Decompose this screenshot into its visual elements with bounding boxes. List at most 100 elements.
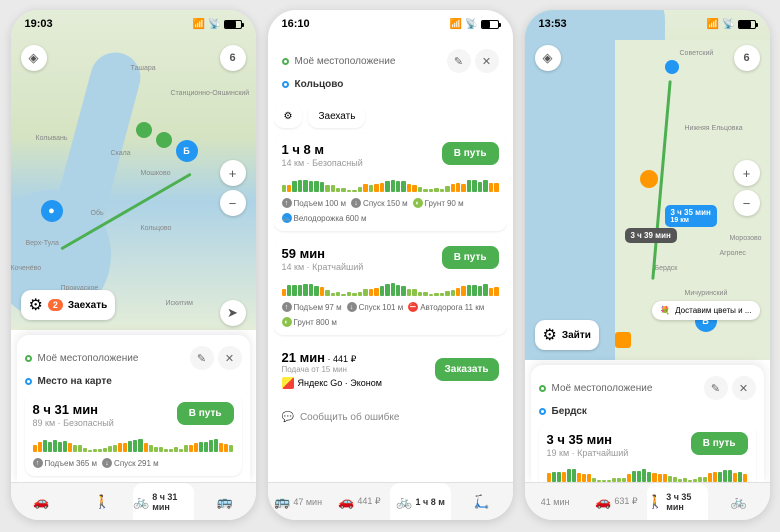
layers-button[interactable]: ◈ <box>21 45 47 71</box>
location-from-row[interactable]: Моё местоположение ✎ ✕ <box>282 46 499 76</box>
walk-icon: 🚶 <box>94 494 110 510</box>
status-bar: 19:03 📶 📡 <box>11 10 256 38</box>
traffic-button[interactable]: 6 <box>220 45 246 71</box>
signal-icon: 📶 <box>450 19 462 30</box>
zoom-out-button[interactable]: − <box>220 190 246 216</box>
map-view[interactable]: Советский Нижняя Ельцовка Бердск Мичурин… <box>525 10 770 360</box>
close-button[interactable]: ✕ <box>218 346 242 370</box>
car-icon: 🚗 <box>33 494 49 510</box>
pin-mode-1[interactable] <box>156 132 172 148</box>
dirt-icon: ◐ <box>282 317 292 327</box>
routes-sheet[interactable]: Моё местоположение ✎ ✕ Кольцово ⚙ Заехат… <box>274 40 507 482</box>
route-card-2[interactable]: 59 мин 14 км · Кратчайший В путь ↑Подъем… <box>274 238 507 335</box>
tab-scooter[interactable]: 🛴 <box>451 483 512 520</box>
close-button[interactable]: ✕ <box>732 376 756 400</box>
screen-2: 16:10 📶 📡 Моё местоположение ✎ ✕ Кольцов… <box>268 10 513 520</box>
go-button[interactable]: В путь <box>177 402 234 425</box>
route-dist: 19 км · Кратчайший <box>547 448 629 458</box>
location-to-row[interactable]: Бердск <box>539 403 756 420</box>
tab-walk[interactable]: 🚶 <box>72 483 133 520</box>
location-to-row[interactable]: Место на карте <box>25 373 242 390</box>
scooter-icon: 🛴 <box>474 494 490 510</box>
report-button[interactable]: 💬 Сообщить об ошибке <box>274 404 507 431</box>
from-dot-icon <box>282 58 289 65</box>
promo-text: Доставим цветы и ... <box>675 306 751 315</box>
battery-icon <box>738 20 756 29</box>
map-view[interactable]: Ташара Станционно-Ояшинский Колывань Ска… <box>11 10 256 330</box>
tab-car[interactable]: 🚗631 ₽ <box>586 483 647 520</box>
zoom-in-button[interactable]: + <box>734 160 760 186</box>
to-dot-icon <box>539 408 546 415</box>
pin-start[interactable] <box>665 60 679 74</box>
filter-pill[interactable]: ⚙ 2 Заехать <box>21 290 116 320</box>
go-button[interactable]: В путь <box>691 432 748 455</box>
bus-icon: 🚌 <box>274 494 290 510</box>
route-tooltip-active[interactable]: 3 ч 35 мин 19 км <box>665 205 717 227</box>
order-button[interactable]: Заказать <box>435 358 499 381</box>
up-icon: ↑ <box>33 458 43 468</box>
status-right: 📶 📡 <box>450 19 499 30</box>
poi-pin[interactable] <box>640 170 658 188</box>
zoom-out-button[interactable]: − <box>734 190 760 216</box>
to-label: Бердск <box>552 406 587 417</box>
locations-header: Моё местоположение ✎ ✕ Кольцово <box>274 40 507 99</box>
route-card[interactable]: 8 ч 31 мин 89 км · Безопасный В путь ↑По… <box>25 394 242 476</box>
to-dot-icon <box>282 81 289 88</box>
tab-transit[interactable]: 🚌 <box>194 483 255 520</box>
filter-row: ⚙ Заехать <box>274 105 507 128</box>
status-right: 📶 📡 <box>193 19 242 30</box>
bottom-sheet[interactable]: Моё местоположение ✎ ✕ Бердск 3 ч 35 мин… <box>531 365 764 482</box>
down-icon: ↓ <box>351 198 361 208</box>
layers-button[interactable]: ◈ <box>535 45 561 71</box>
enter-button[interactable]: Заехать <box>308 105 365 128</box>
location-from-row[interactable]: Моё местоположение ✎ ✕ <box>25 343 242 373</box>
tab-bike[interactable]: 🚲1 ч 8 м <box>390 483 451 520</box>
elevation-chart <box>33 434 234 452</box>
route-card-1[interactable]: 1 ч 8 м 14 км · Безопасный В путь ↑Подъе… <box>274 134 507 231</box>
zoom-in-button[interactable]: + <box>220 160 246 186</box>
edit-button[interactable]: ✎ <box>190 346 214 370</box>
dirt-icon: ◐ <box>413 198 423 208</box>
taxi-sub: Подача от 15 мин <box>282 365 382 374</box>
edit-button[interactable]: ✎ <box>447 49 471 73</box>
close-button[interactable]: ✕ <box>475 49 499 73</box>
tab-bike[interactable]: 🚲 <box>708 483 769 520</box>
tab-bike[interactable]: 🚲8 ч 31 мин <box>133 483 194 520</box>
taxi-price: 441 ₽ <box>333 354 356 364</box>
pin-mode-2[interactable] <box>136 122 152 138</box>
locate-button[interactable]: ➤ <box>220 300 246 326</box>
pin-start[interactable]: ● <box>41 200 63 222</box>
poi-marker[interactable] <box>615 332 631 348</box>
go-button[interactable]: В путь <box>442 142 499 165</box>
route-tooltip-alt[interactable]: 3 ч 39 мин <box>625 228 677 243</box>
from-label: Моё местоположение <box>38 353 139 364</box>
taxi-card[interactable]: 21 мин · 441 ₽ Подача от 15 мин Яндекс G… <box>274 342 507 397</box>
status-bar: 16:10 📶 📡 <box>268 10 513 38</box>
from-label: Моё местоположение <box>552 383 653 394</box>
tab-transit[interactable]: 41 мин <box>525 483 586 520</box>
tab-car[interactable]: 🚗441 ₽ <box>329 483 390 520</box>
traffic-button[interactable]: 6 <box>734 45 760 71</box>
location-from-row[interactable]: Моё местоположение ✎ ✕ <box>539 373 756 403</box>
mode-tabs: 🚗 🚶 🚲8 ч 31 мин 🚌 <box>11 482 256 520</box>
status-bar: 13:53 📶 📡 <box>525 10 770 38</box>
bottom-sheet[interactable]: Моё местоположение ✎ ✕ Место на карте 8 … <box>17 335 250 482</box>
sliders-icon: ⚙ <box>543 325 557 345</box>
tab-transit[interactable]: 🚌47 мин <box>268 483 329 520</box>
filter-button[interactable]: ⚙ <box>274 105 303 128</box>
route-time: 59 мин <box>282 246 364 261</box>
sliders-icon: ⚙ <box>284 111 293 122</box>
to-label: Место на карте <box>38 376 112 387</box>
location-to-row[interactable]: Кольцово <box>282 76 499 93</box>
pin-b[interactable]: Б <box>176 140 198 162</box>
sliders-icon: ⚙ <box>29 295 43 315</box>
go-button[interactable]: В путь <box>442 246 499 269</box>
promo-pill[interactable]: 💐 Доставим цветы и ... <box>652 301 759 320</box>
elevation-chart <box>282 174 499 192</box>
screen-1: 19:03 📶 📡 Ташара Станционно-Ояшинский Ко… <box>11 10 256 520</box>
tab-car[interactable]: 🚗 <box>11 483 72 520</box>
status-time: 16:10 <box>282 18 310 30</box>
tab-walk[interactable]: 🚶3 ч 35 мин <box>647 483 708 520</box>
filter-pill[interactable]: ⚙ Зайти <box>535 320 599 350</box>
edit-button[interactable]: ✎ <box>704 376 728 400</box>
